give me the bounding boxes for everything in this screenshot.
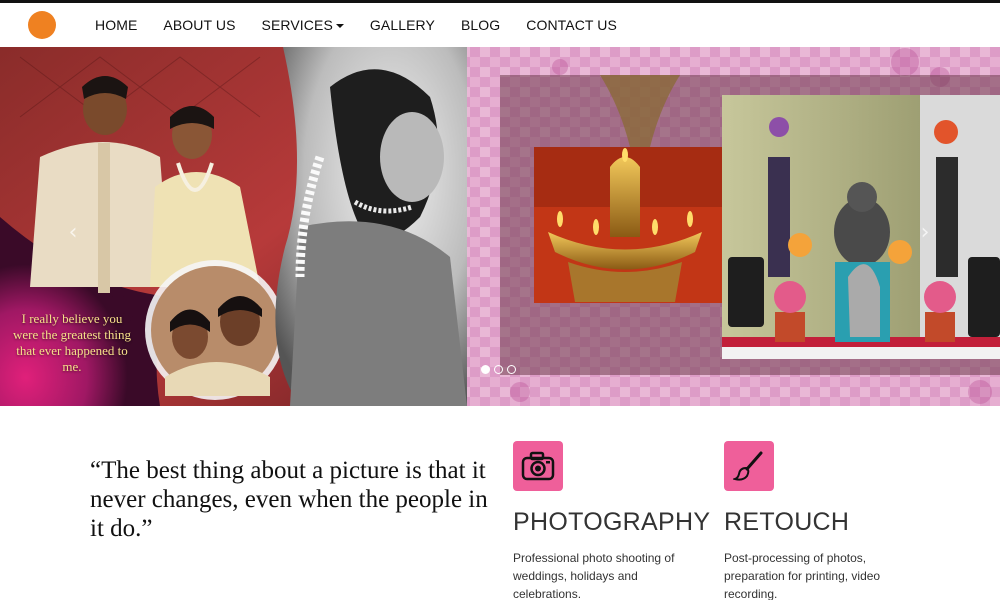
hero-overlay-quote: I really believe you were the greatest t…: [12, 311, 132, 374]
service-photography-description: Professional photo shooting of weddings,…: [513, 551, 675, 600]
service-retouch-title: RETOUCH: [724, 508, 850, 536]
nav-blog[interactable]: BLOG: [448, 3, 513, 47]
camera-icon: [513, 441, 563, 491]
nav-about-us[interactable]: ABOUT US: [150, 3, 248, 47]
hero-carousel[interactable]: I really believe you were the greatest t…: [0, 47, 1000, 406]
navbar: HOME ABOUT US SERVICES GALLERY BLOG CONT…: [0, 3, 1000, 47]
nav-about-us-label: ABOUT US: [163, 17, 236, 33]
carousel-prev-arrow[interactable]: ‹: [62, 219, 84, 247]
featured-quote: “The best thing about a picture is that …: [90, 457, 488, 542]
nav-contact-us[interactable]: CONTACT US: [513, 3, 630, 47]
nav-home-label: HOME: [95, 17, 138, 33]
main-nav: HOME ABOUT US SERVICES GALLERY BLOG CONT…: [82, 3, 630, 47]
nav-gallery-label: GALLERY: [369, 17, 435, 33]
service-retouch: RETOUCH Post-processing of photos, prepa…: [724, 441, 934, 600]
carousel-next-arrow[interactable]: ›: [914, 219, 936, 247]
brush-icon: [724, 441, 774, 491]
nav-services[interactable]: SERVICES: [249, 3, 357, 47]
nav-services-label: SERVICES: [261, 17, 333, 33]
carousel-dot-2[interactable]: [494, 365, 503, 374]
nav-blog-label: BLOG: [460, 17, 501, 33]
nav-contact-us-label: CONTACT US: [526, 17, 617, 33]
service-photography-title: PHOTOGRAPHY: [513, 508, 711, 536]
carousel-dot-1[interactable]: [481, 365, 490, 374]
caret-down-icon: [335, 23, 344, 28]
service-retouch-description: Post-processing of photos, preparation f…: [724, 551, 881, 600]
logo[interactable]: [28, 11, 56, 39]
hero-slide-image: [0, 47, 1000, 406]
service-photography: PHOTOGRAPHY Professional photo shooting …: [513, 441, 723, 600]
nav-home[interactable]: HOME: [82, 3, 150, 47]
carousel-dot-3[interactable]: [507, 365, 516, 374]
nav-gallery[interactable]: GALLERY: [357, 3, 448, 47]
carousel-indicators: [481, 365, 516, 374]
